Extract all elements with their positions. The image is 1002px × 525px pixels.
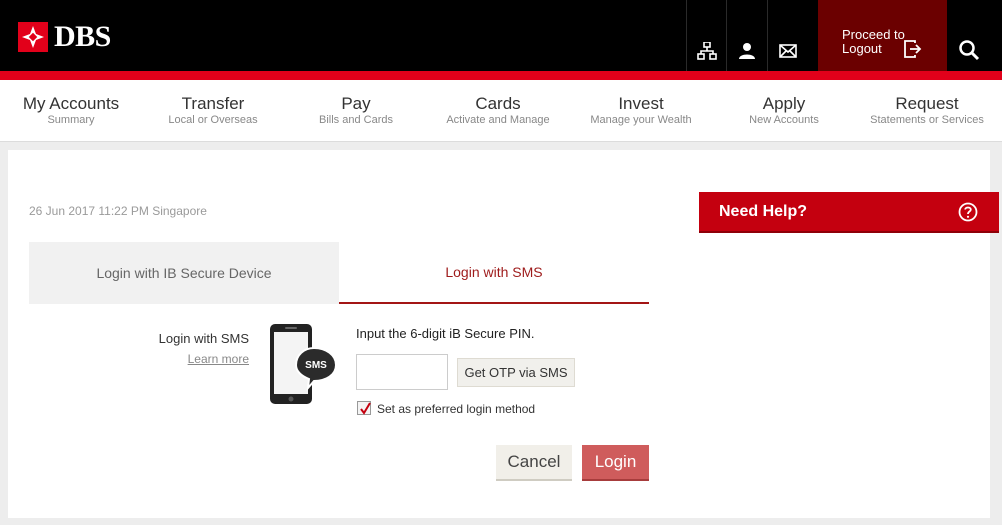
nav-item-pay[interactable]: Pay Bills and Cards <box>285 94 427 127</box>
question-icon <box>958 202 978 222</box>
nav-sublabel: Statements or Services <box>870 114 984 126</box>
sms-section-label: Login with SMS <box>158 331 249 346</box>
nav-sublabel: Summary <box>47 114 95 126</box>
preferred-login-label[interactable]: Set as preferred login method <box>377 402 535 416</box>
login-datetime: 26 Jun 2017 11:22 PM Singapore <box>29 204 207 218</box>
nav-label: Pay <box>341 94 371 113</box>
main-nav: My Accounts Summary Transfer Local or Ov… <box>0 80 1002 142</box>
nav-item-cards[interactable]: Cards Activate and Manage <box>427 94 569 127</box>
dbs-star-icon <box>18 22 48 52</box>
nav-label: My Accounts <box>22 94 120 113</box>
top-header: DBS Proceed to Logout <box>0 0 1002 71</box>
nav-item-invest[interactable]: Invest Manage your Wealth <box>570 94 712 127</box>
login-button[interactable]: Login <box>582 445 649 481</box>
nav-label: Cards <box>475 94 521 113</box>
phone-badge-text: SMS <box>305 360 327 371</box>
nav-sublabel: Manage your Wealth <box>590 114 692 126</box>
get-otp-button[interactable]: Get OTP via SMS <box>457 358 575 387</box>
search-button[interactable] <box>948 0 988 71</box>
tab-label: Login with SMS <box>445 264 543 280</box>
logout-label-line2: Logout <box>842 41 882 56</box>
logout-label-line1: Proceed to <box>842 27 905 42</box>
need-help-panel[interactable]: Need Help? <box>699 192 999 233</box>
cancel-button[interactable]: Cancel <box>496 445 572 481</box>
sitemap-icon[interactable] <box>686 0 726 71</box>
nav-sublabel: Bills and Cards <box>319 114 393 126</box>
pin-prompt: Input the 6-digit iB Secure PIN. <box>356 326 535 341</box>
otp-input[interactable] <box>356 354 448 390</box>
nav-item-my-accounts[interactable]: My Accounts Summary <box>0 94 142 127</box>
logout-button[interactable]: Proceed to Logout <box>818 0 947 71</box>
checkmark-icon <box>360 402 371 415</box>
nav-item-apply[interactable]: Apply New Accounts <box>713 94 855 127</box>
nav-item-transfer[interactable]: Transfer Local or Overseas <box>142 94 284 127</box>
nav-label: Invest <box>618 94 664 113</box>
tab-label: Login with IB Secure Device <box>96 265 272 281</box>
brand-name: DBS <box>54 20 111 53</box>
nav-label: Request <box>895 94 959 113</box>
header-accent-bar <box>0 71 1002 80</box>
phone-sms-icon: SMS <box>270 324 338 404</box>
tab-sms[interactable]: Login with SMS <box>339 242 649 304</box>
login-tabs: Login with IB Secure Device Login with S… <box>29 242 649 304</box>
mail-icon[interactable] <box>767 0 807 71</box>
nav-label: Apply <box>762 94 806 113</box>
user-icon[interactable] <box>726 0 766 71</box>
dbs-logo[interactable]: DBS <box>18 20 111 54</box>
nav-sublabel: Activate and Manage <box>446 114 550 126</box>
nav-sublabel: Local or Overseas <box>168 114 258 126</box>
nav-item-request[interactable]: Request Statements or Services <box>856 94 998 127</box>
preferred-login-checkbox[interactable] <box>357 401 371 415</box>
learn-more-link[interactable]: Learn more <box>120 352 249 366</box>
search-icon <box>959 40 980 61</box>
need-help-title: Need Help? <box>719 203 808 220</box>
nav-label: Transfer <box>181 94 245 113</box>
nav-sublabel: New Accounts <box>749 114 819 126</box>
logout-icon <box>904 40 922 58</box>
tab-ib-secure-device[interactable]: Login with IB Secure Device <box>29 242 339 304</box>
